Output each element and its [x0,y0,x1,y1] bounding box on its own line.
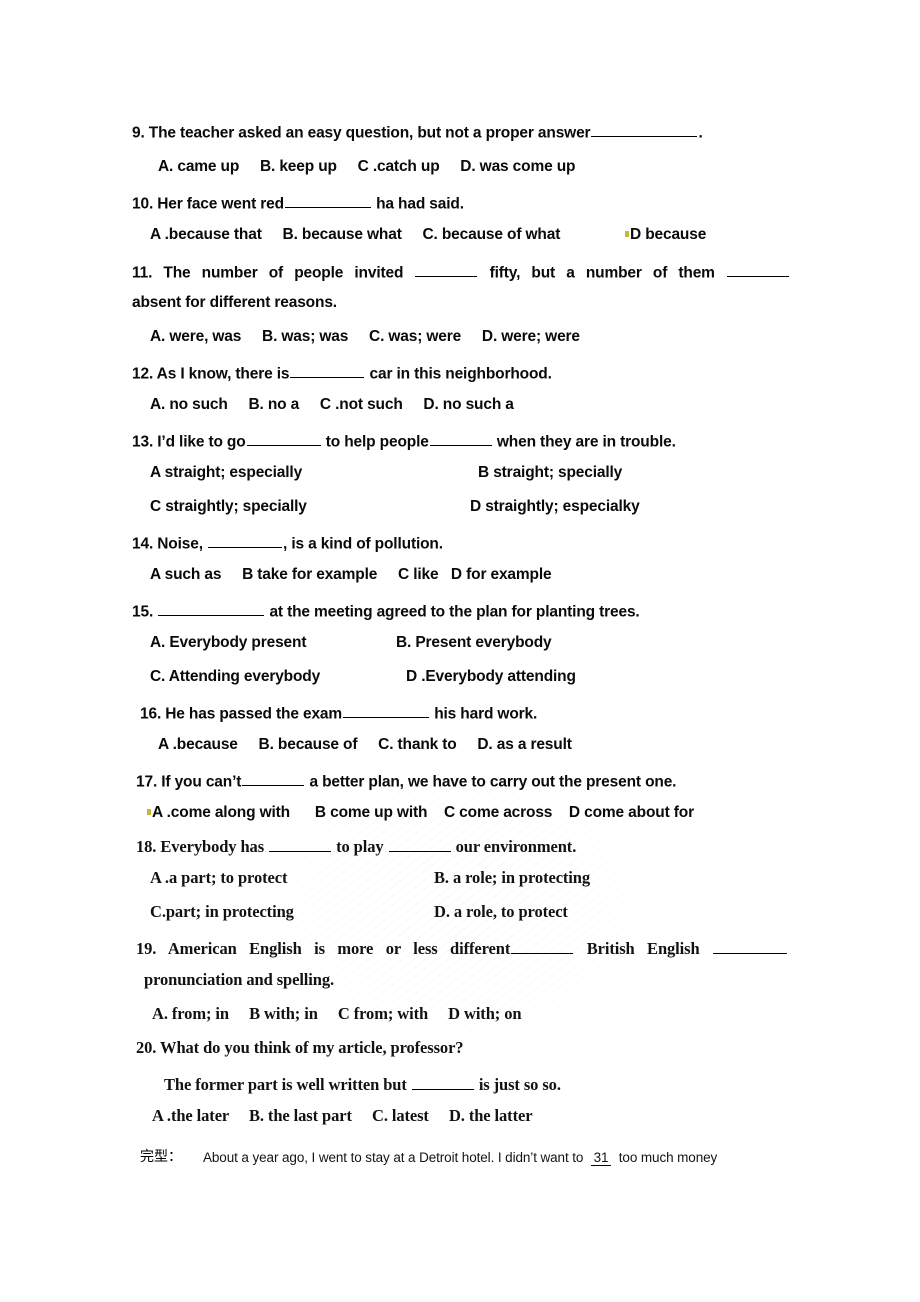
question-17-stem-text: 17. If you can’t [136,773,242,791]
question-20-stem-line2-tail: is just so so. [478,1075,561,1095]
question-17-stem: 17. If you can’t a better plan, we have … [136,771,676,790]
question-19-options[interactable]: A. from; in B with; in C from; with D wi… [152,1005,522,1023]
cloze-passage-line: About a year ago, I went to stay at a De… [203,1151,717,1166]
question-15-option-b[interactable]: B. Present everybody [396,635,552,651]
question-16-blank[interactable] [343,703,430,719]
question-15-option-c[interactable]: C. Attending everybody [150,669,320,685]
question-14-blank[interactable] [208,533,283,549]
cloze-section-label: 完型： [140,1149,182,1165]
question-15-stem: 15. at the meeting agreed to the plan fo… [132,601,640,620]
question-14-stem: 14. Noise, , is a kind of pollution. [132,533,443,552]
question-10-option-d[interactable]: D because [630,227,706,243]
question-12-stem-tail: car in this neighborhood. [369,365,552,383]
cloze-text-before: About a year ago, I went to stay at a De… [203,1150,584,1165]
question-17-stem-tail: a better plan, we have to carry out the … [309,773,677,791]
question-16-options[interactable]: A .because B. because of C. thank to D. … [158,737,572,753]
question-18-stem: 18. Everybody has to play our environmen… [136,836,576,856]
question-20-stem-line1: 20. What do you think of my article, pro… [136,1038,464,1057]
question-11-blank-1[interactable] [415,262,478,278]
question-11-stem-line2: absent for different reasons. [132,294,337,311]
question-13-stem-middle: to help people [325,433,429,451]
question-11-stem-line1: 11. The number of people invited fifty, … [132,262,790,281]
question-16-stem: 16. He has passed the exam his hard work… [140,703,537,722]
question-19-stem-part1: 19. American English is more or less dif… [136,939,511,959]
scan-speck-icon [147,809,151,815]
question-10-options[interactable]: A .because that B. because what C. becau… [150,227,560,243]
question-19-stem-part2: British English [586,939,700,959]
question-10-stem-text: 10. Her face went red [132,195,284,213]
question-15-option-d[interactable]: D .Everybody attending [406,669,576,685]
question-18-stem-text: 18. Everybody has [136,837,265,857]
exam-worksheet-page: 9. The teacher asked an easy question, b… [0,0,920,1302]
question-9-options[interactable]: A. came up B. keep up C .catch up D. was… [158,159,576,175]
question-18-stem-middle: to play [336,837,384,857]
question-20-stem-line2: The former part is well written but is j… [164,1074,561,1094]
question-14-stem-tail: , is a kind of pollution. [283,535,443,553]
question-19-stem-line2: pronunciation and spelling. [144,970,335,989]
question-11-stem-part1: 11. The number of people invited [132,264,404,282]
question-9-stem: 9. The teacher asked an easy question, b… [132,122,703,141]
question-12-blank[interactable] [290,363,365,379]
question-13-stem-text: 13. I’d like to go [132,433,246,451]
question-13-option-c[interactable]: C straightly; specially [150,499,307,515]
question-20-stem-line2-text: The former part is well written but [164,1075,407,1095]
question-13-option-b[interactable]: B straight; specially [478,465,622,481]
question-15-blank[interactable] [158,601,265,617]
question-17-options[interactable]: A .come along with B come up with C come… [152,805,694,821]
question-13-option-a[interactable]: A straight; especially [150,465,302,481]
cloze-text-after: too much money [618,1150,718,1165]
question-20-options[interactable]: A .the later B. the last part C. latest … [152,1107,533,1125]
question-18-blank-2[interactable] [388,836,451,853]
question-19-blank-2[interactable] [713,938,787,955]
question-19-stem-line1: 19. American English is more or less dif… [136,938,788,958]
question-16-stem-text: 16. He has passed the exam [140,705,343,723]
question-20-blank[interactable] [411,1074,474,1091]
question-10-stem-tail: ha had said. [376,195,464,213]
question-16-stem-tail: his hard work. [434,705,538,723]
question-12-options[interactable]: A. no such B. no a C .not such D. no suc… [150,397,514,413]
question-10-blank[interactable] [284,193,371,209]
question-15-stem-tail: at the meeting agreed to the plan for pl… [269,603,640,621]
question-18-option-b[interactable]: B. a role; in protecting [434,869,590,887]
question-15-stem-number: 15. [132,603,154,621]
question-17-blank[interactable] [242,771,305,787]
question-9-blank[interactable] [591,122,698,138]
question-13-option-d[interactable]: D straightly; especialky [470,499,640,515]
question-14-options[interactable]: A such as B take for example C like D fo… [150,567,552,583]
question-13-blank-2[interactable] [429,431,492,447]
question-9-stem-text: 9. The teacher asked an easy question, b… [132,124,591,142]
question-11-stem-part2: fifty, but a number of them [489,264,715,282]
question-13-stem: 13. I’d like to go to help people when t… [132,431,676,450]
question-18-option-d[interactable]: D. a role, to protect [434,903,568,921]
question-18-option-c[interactable]: C.part; in protecting [150,903,294,921]
question-18-blank-1[interactable] [269,836,332,853]
question-10-stem: 10. Her face went red ha had said. [132,193,464,212]
question-12-stem: 12. As I know, there is car in this neig… [132,363,552,382]
question-9-stem-tail: . [698,124,703,142]
question-19-blank-1[interactable] [511,938,574,955]
question-11-options[interactable]: A. were, was B. was; was C. was; were D.… [150,329,580,345]
question-15-option-a[interactable]: A. Everybody present [150,635,307,651]
question-12-stem-text: 12. As I know, there is [132,365,290,383]
question-18-option-a[interactable]: A .a part; to protect [150,869,287,887]
scan-speck-icon [625,231,629,237]
cloze-blank-31[interactable]: 31 [590,1151,612,1166]
question-11-blank-2[interactable] [726,262,789,278]
question-13-stem-tail: when they are in trouble. [496,433,676,451]
question-13-blank-1[interactable] [246,431,321,447]
question-14-stem-text: 14. Noise, [132,535,203,553]
question-18-stem-tail: our environment. [455,837,577,857]
